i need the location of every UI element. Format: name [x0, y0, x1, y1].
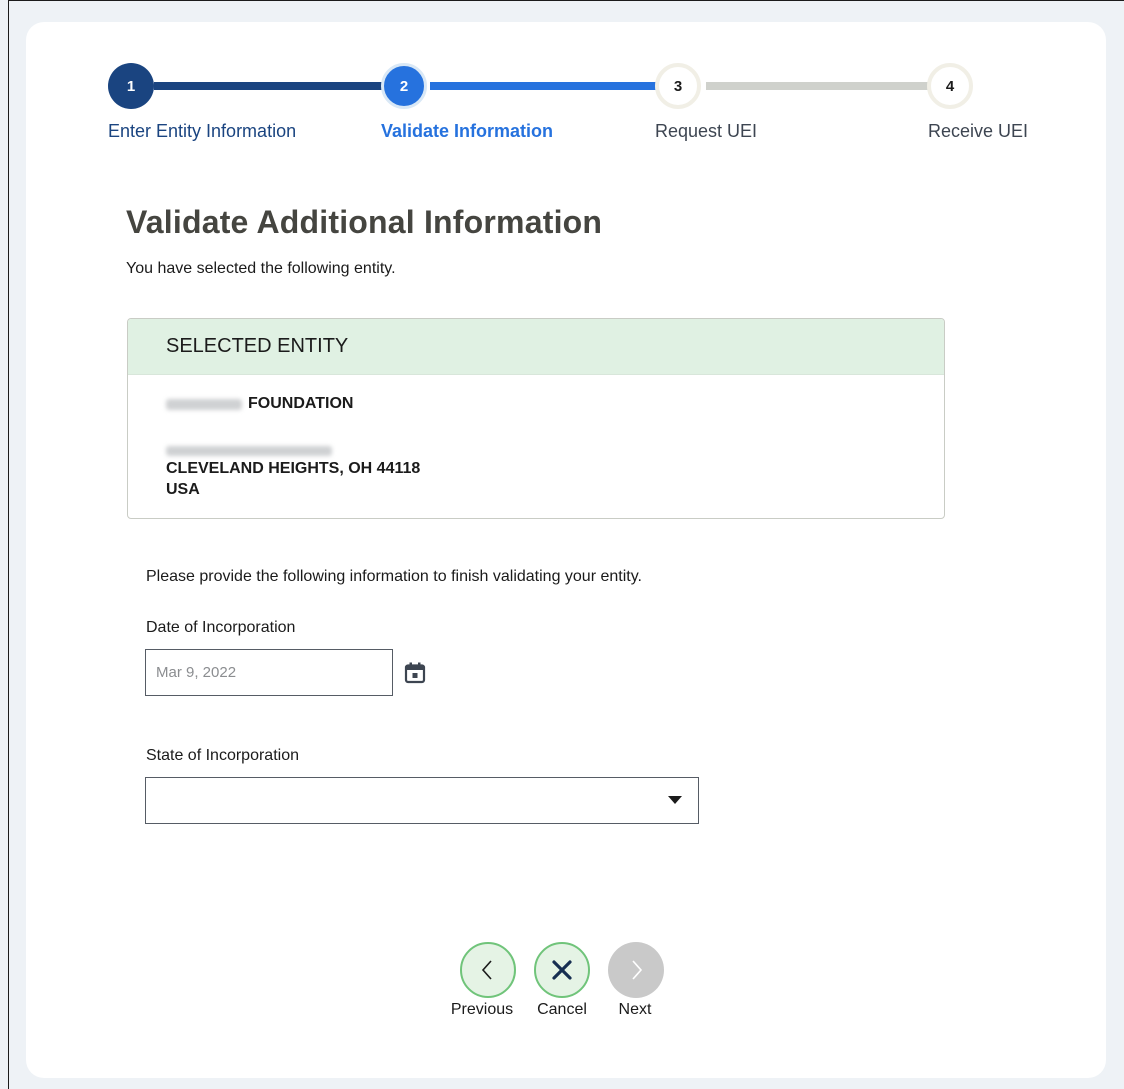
- step-connector-2: [430, 82, 660, 90]
- step-3-indicator: 3: [655, 63, 701, 109]
- redacted-text: [166, 398, 242, 410]
- close-icon: [552, 960, 572, 980]
- entity-country: USA: [166, 481, 200, 498]
- step-1-indicator[interactable]: 1: [108, 63, 154, 109]
- step-4-label: Receive UEI: [928, 121, 1029, 141]
- main-card: 1 2 3 4 Enter Entity Information Validat…: [26, 22, 1106, 1078]
- state-of-incorporation-select[interactable]: [145, 777, 699, 824]
- selected-entity-card: SELECTED ENTITY FOUNDATION CLEVELAND HEI…: [127, 318, 945, 519]
- previous-button-label[interactable]: Previous: [442, 1001, 522, 1019]
- date-of-incorporation-label: Date of Incorporation: [146, 619, 296, 636]
- step-connector-1: [154, 82, 386, 90]
- step-3-label: Request UEI: [655, 121, 758, 141]
- calendar-icon[interactable]: [404, 662, 426, 684]
- step-2-label: Validate Information: [381, 121, 554, 141]
- page-title: Validate Additional Information: [126, 204, 603, 240]
- entity-name: FOUNDATION: [166, 395, 353, 413]
- step-4-indicator: 4: [927, 63, 973, 109]
- progress-stepper: 1 2 3 4 Enter Entity Information Validat…: [26, 22, 1106, 152]
- entity-street-address: [166, 443, 338, 461]
- entity-city-state-zip: CLEVELAND HEIGHTS, OH 44118: [166, 460, 421, 477]
- entity-name-suffix: FOUNDATION: [248, 395, 354, 412]
- date-of-incorporation-input[interactable]: [145, 649, 393, 696]
- step-1-label[interactable]: Enter Entity Information: [108, 121, 296, 142]
- page-subtitle: You have selected the following entity.: [126, 260, 396, 277]
- next-button-label: Next: [618, 1001, 652, 1018]
- redacted-text: [166, 446, 332, 456]
- state-of-incorporation-label: State of Incorporation: [146, 747, 299, 764]
- chevron-right-icon: [632, 960, 643, 980]
- form-instructions: Please provide the following information…: [146, 568, 642, 585]
- previous-button[interactable]: [460, 942, 516, 998]
- cancel-button-label[interactable]: Cancel: [522, 1001, 602, 1019]
- caret-down-icon: [668, 796, 682, 804]
- cancel-button[interactable]: [534, 942, 590, 998]
- chevron-left-icon: [481, 960, 492, 980]
- step-connector-3: [706, 82, 930, 90]
- step-2-indicator: 2: [381, 63, 427, 109]
- selected-entity-header: SELECTED ENTITY: [128, 319, 944, 375]
- next-button[interactable]: [608, 942, 664, 998]
